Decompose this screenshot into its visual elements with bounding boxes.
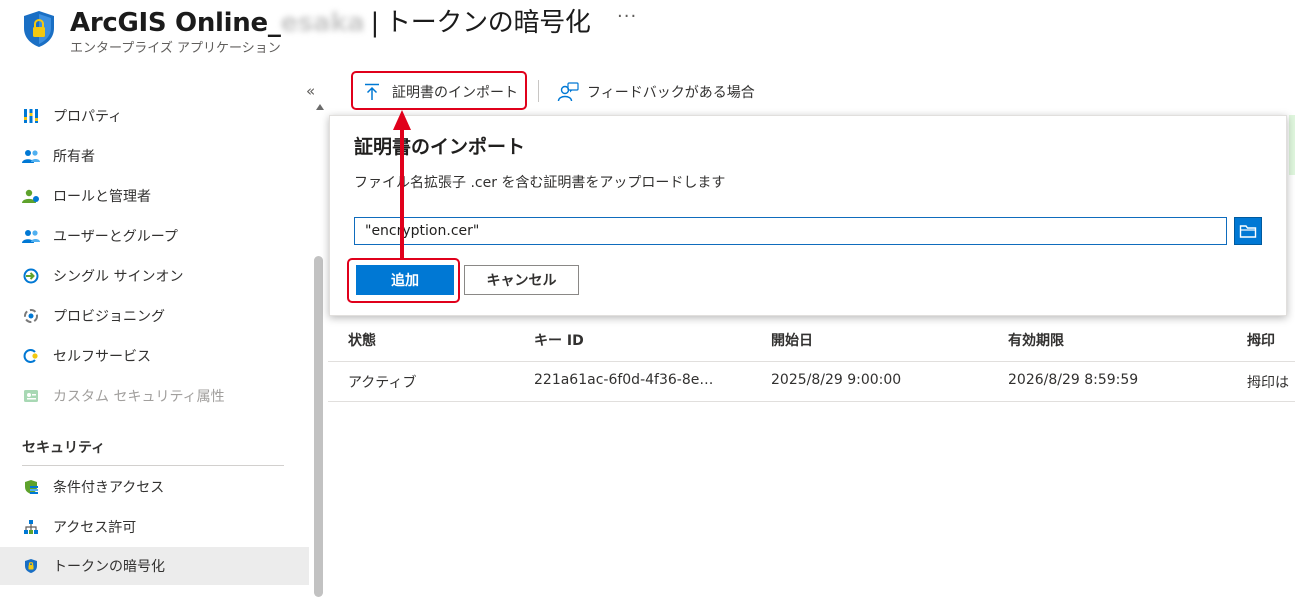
sidebar-item-label: ロールと管理者 [53, 189, 151, 205]
column-header-key-id[interactable]: キー ID [534, 330, 584, 350]
sidebar-item-label: シングル サインオン [53, 269, 184, 285]
annotation-highlight-add [347, 258, 460, 303]
page-subtitle: エンタープライズ アプリケーション [70, 41, 281, 56]
folder-icon [1239, 223, 1257, 239]
sidebar-item-label: 条件付きアクセス [53, 480, 165, 496]
self-service-icon [22, 347, 40, 365]
sidebar-item-conditional-access[interactable]: 条件付きアクセス [0, 468, 309, 506]
info-banner-edge [1289, 115, 1295, 175]
more-options-button[interactable]: ··· [617, 6, 637, 27]
single-signon-icon [22, 267, 40, 285]
column-header-start-date[interactable]: 開始日 [771, 330, 813, 350]
column-header-thumbprint[interactable]: 拇印 [1247, 330, 1275, 350]
column-header-expiration[interactable]: 有効期限 [1008, 330, 1064, 350]
certificate-file-input[interactable]: "encryption.cer" [354, 217, 1227, 245]
table-cell-key-id: 221a61ac-6f0d-4f36-8e… [534, 372, 714, 388]
sidebar-item-single-signon[interactable]: シングル サインオン [0, 257, 309, 295]
sidebar-item-custom-attributes[interactable]: カスタム セキュリティ属性 [0, 377, 309, 415]
sidebar-item-roles-admins[interactable]: ロールと管理者 [0, 177, 309, 215]
page-header: ArcGIS Online_esaka | トークンの暗号化 ··· エンタープライ… [0, 0, 1295, 62]
title-separator: | [370, 8, 380, 38]
sidebar-item-users-groups[interactable]: ユーザーとグループ [0, 217, 309, 255]
table-cell-thumbprint: 拇印は [1247, 375, 1289, 391]
users-groups-icon [22, 227, 40, 245]
table-cell-start-date: 2025/8/29 9:00:00 [771, 372, 902, 388]
section-divider [22, 465, 284, 466]
sidebar-item-label: ユーザーとグループ [53, 229, 178, 245]
scroll-up-arrow-icon[interactable] [316, 104, 324, 110]
sidebar-item-permissions[interactable]: アクセス許可 [0, 508, 309, 546]
scrollbar-thumb[interactable] [314, 256, 323, 597]
browse-file-button[interactable] [1234, 217, 1262, 245]
sidebar-item-label: セルフサービス [53, 349, 151, 365]
table-header-divider [328, 361, 1295, 362]
shield-lock-icon [22, 10, 56, 48]
sidebar-item-label: プロパティ [53, 109, 123, 125]
sidebar-section-security: セキュリティ [22, 440, 106, 456]
panel-title: 証明書のインポート [354, 136, 526, 158]
table-cell-expiration: 2026/8/29 8:59:59 [1008, 372, 1139, 388]
sidebar-item-provisioning[interactable]: プロビジョニング [0, 297, 309, 335]
sidebar-item-self-service[interactable]: セルフサービス [0, 337, 309, 375]
table-row-divider [328, 401, 1295, 402]
annotation-arrow-head-icon [393, 110, 411, 130]
sidebar-item-label: カスタム セキュリティ属性 [53, 389, 225, 405]
column-header-status[interactable]: 状態 [348, 330, 376, 350]
sidebar-item-owners[interactable]: 所有者 [0, 137, 309, 175]
annotation-highlight-import [351, 71, 527, 110]
app-name: ArcGIS Online_ [70, 8, 281, 38]
provisioning-icon [22, 307, 40, 325]
panel-description: ファイル名拡張子 .cer を含む証明書をアップロードします [354, 175, 726, 191]
owners-icon [22, 147, 40, 165]
app-name-redacted: esaka [280, 8, 365, 38]
roles-admins-icon [22, 187, 40, 205]
table-cell-status: アクティブ [348, 375, 417, 391]
sidebar-item-label: トークンの暗号化 [53, 559, 165, 575]
conditional-access-icon [22, 478, 40, 496]
page-name: トークンの暗号化 [385, 8, 591, 38]
shield-icon [22, 557, 40, 575]
annotation-arrow-shaft [400, 128, 404, 260]
sidebar-item-properties[interactable]: プロパティ [0, 97, 309, 135]
properties-icon [22, 107, 40, 125]
cancel-button[interactable]: キャンセル [464, 265, 579, 295]
page-title: ArcGIS Online_esaka | トークンの暗号化 [70, 2, 591, 39]
feedback-icon [557, 82, 579, 102]
feedback-button[interactable]: フィードバックがある場合 [557, 78, 755, 106]
sidebar-item-label: プロビジョニング [53, 309, 165, 325]
sidebar-item-token-encryption[interactable]: トークンの暗号化 [0, 547, 309, 585]
sidebar-item-label: 所有者 [53, 149, 95, 165]
toolbar-divider [538, 80, 539, 102]
feedback-label: フィードバックがある場合 [587, 85, 755, 101]
sidebar-item-label: アクセス許可 [53, 520, 137, 536]
custom-attributes-icon [22, 387, 40, 405]
permissions-icon [22, 518, 40, 536]
